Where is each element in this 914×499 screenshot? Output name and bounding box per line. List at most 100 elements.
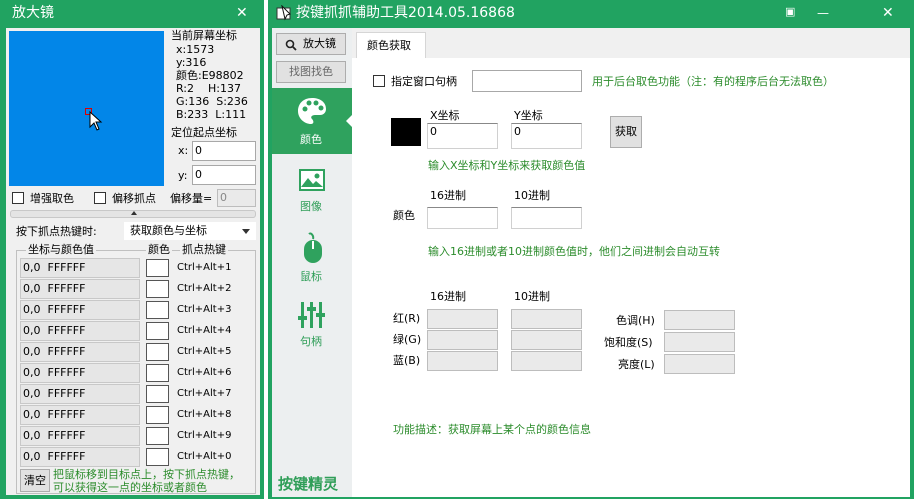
col-header-hotkey: 抓点热键 (180, 243, 228, 257)
magnifier-window: 放大镜 ✕ 当前屏幕坐标 x:1573 y:316 颜色:E98802 R:2 … (0, 0, 264, 499)
nav-item-image[interactable]: 图像 (272, 162, 352, 218)
green-hex-field (427, 330, 498, 350)
row-hotkey-label: Ctrl+Alt+2 (177, 283, 232, 294)
rh-value: R:2 H:137 (176, 82, 241, 95)
col-header-value: 坐标与颜色值 (26, 243, 96, 257)
hint-line-2: 可以获得这一点的坐标或者颜色 (53, 481, 207, 494)
blue-dec-field (511, 351, 582, 371)
row-hotkey-label: Ctrl+Alt+1 (177, 262, 232, 273)
green-dec-field (511, 330, 582, 350)
hotkey-row: 0,0 FFFFFF Ctrl+Alt+2 (20, 279, 254, 299)
red-label: 红(R) (393, 312, 421, 325)
row-color-swatch (146, 406, 169, 424)
row-value-field[interactable]: 0,0 FFFFFF (20, 279, 140, 299)
green-label: 绿(G) (393, 333, 422, 346)
lum-label: 亮度(L) (618, 358, 655, 371)
magnifier-button[interactable]: 放大镜 (276, 33, 346, 55)
origin-y-label: y: (178, 169, 188, 182)
offset-checkbox[interactable] (94, 192, 106, 204)
dec-input[interactable] (511, 207, 582, 229)
magnifier-title: 放大镜 (12, 5, 54, 21)
row-hotkey-label: Ctrl+Alt+7 (177, 388, 232, 399)
row-hotkey-label: Ctrl+Alt+8 (177, 409, 232, 420)
row-color-swatch (146, 385, 169, 403)
row-color-swatch (146, 280, 169, 298)
collapse-bar[interactable] (10, 210, 256, 218)
sidebar: 放大镜 找图找色 颜色 图像 鼠标 句柄 按键精灵 (272, 28, 353, 497)
hotkey-row: 0,0 FFFFFF Ctrl+Alt+9 (20, 426, 254, 446)
image-icon (299, 169, 325, 191)
specify-handle-checkbox[interactable] (373, 75, 385, 87)
brand-logo: 按键精灵 (278, 475, 339, 493)
row-value-field[interactable]: 0,0 FFFFFF (20, 426, 140, 446)
row-value-field[interactable]: 0,0 FFFFFF (20, 342, 140, 362)
hue-field (664, 310, 735, 330)
nav-item-mouse[interactable]: 鼠标 (272, 228, 352, 288)
sat-field (664, 332, 735, 352)
get-button[interactable]: 获取 (610, 116, 642, 148)
handle-hint: 用于后台取色功能（注：有的程序后台无法取色） (592, 75, 834, 88)
color-label: 颜色 (393, 209, 415, 222)
x-input[interactable]: 0 (427, 123, 498, 149)
row-value-field[interactable]: 0,0 FFFFFF (20, 258, 140, 278)
origin-x-input[interactable]: 0 (192, 141, 256, 161)
row-hotkey-label: Ctrl+Alt+6 (177, 367, 232, 378)
row-color-swatch (146, 343, 169, 361)
col-header-color: 颜色 (146, 243, 172, 257)
hue-label: 色调(H) (616, 314, 655, 327)
magnifier-preview (9, 31, 164, 186)
row-hotkey-label: Ctrl+Alt+3 (177, 304, 232, 315)
nav-label-image: 图像 (300, 200, 322, 213)
nav-label-handle: 句柄 (300, 335, 322, 348)
row-value-field[interactable]: 0,0 FFFFFF (20, 405, 140, 425)
hotkey-row: 0,0 FFFFFF Ctrl+Alt+4 (20, 321, 254, 341)
enhance-label: 增强取色 (30, 192, 74, 205)
hotkey-row: 0,0 FFFFFF Ctrl+Alt+6 (20, 363, 254, 383)
mouse-icon (304, 232, 322, 263)
origin-x-label: x: (178, 144, 189, 157)
row-value-field[interactable]: 0,0 FFFFFF (20, 321, 140, 341)
row-hotkey-label: Ctrl+Alt+0 (177, 451, 232, 462)
magnifier-close-button[interactable]: ✕ (236, 1, 248, 25)
handle-input[interactable] (472, 70, 582, 92)
magnifier-button-label: 放大镜 (303, 37, 336, 50)
search-icon (285, 39, 297, 51)
tab-color-get[interactable]: 颜色获取 (356, 32, 426, 58)
function-description: 功能描述：获取屏幕上某个点的颜色信息 (393, 423, 591, 436)
nav-item-handle[interactable]: 句柄 (272, 298, 352, 358)
hotkey-row: 0,0 FFFFFF Ctrl+Alt+7 (20, 384, 254, 404)
main-title: 按键抓抓辅助工具2014.05.16868 (296, 5, 515, 21)
specify-handle-label: 指定窗口句柄 (391, 75, 457, 88)
hex-dec-hint: 输入16进制或者10进制颜色值时，他们之间进制会自动互转 (428, 245, 720, 258)
restore-button[interactable]: ▣ (785, 0, 795, 24)
row-value-field[interactable]: 0,0 FFFFFF (20, 384, 140, 404)
enhance-checkbox[interactable] (12, 192, 24, 204)
find-image-button[interactable]: 找图找色 (276, 61, 346, 83)
hotkey-label: 按下抓点热键时: (16, 225, 97, 238)
blue-label: 蓝(B) (393, 354, 421, 367)
y-input[interactable]: 0 (511, 123, 582, 149)
row-hotkey-label: Ctrl+Alt+4 (177, 325, 232, 336)
hex-label: 16进制 (430, 189, 466, 202)
row-hotkey-label: Ctrl+Alt+5 (177, 346, 232, 357)
nav-label-color: 颜色 (300, 133, 322, 146)
hex-input[interactable] (427, 207, 498, 229)
nav-item-color[interactable]: 颜色 (272, 88, 353, 154)
hotkey-select[interactable]: 获取颜色与坐标 (124, 222, 256, 240)
offset-label: 偏移抓点 (112, 192, 156, 205)
hotkey-row: 0,0 FFFFFF Ctrl+Alt+8 (20, 405, 254, 425)
row-value-field[interactable]: 0,0 FFFFFF (20, 447, 140, 467)
tab-label: 颜色获取 (367, 39, 411, 52)
origin-y-input[interactable]: 0 (192, 165, 256, 185)
row-value-field[interactable]: 0,0 FFFFFF (20, 300, 140, 320)
offset-amount-input[interactable]: 0 (217, 189, 256, 207)
lum-field (664, 354, 735, 374)
origin-title: 定位起点坐标 (171, 126, 237, 139)
row-value-field[interactable]: 0,0 FFFFFF (20, 363, 140, 383)
minimize-button[interactable]: — (817, 1, 829, 25)
gs-value: G:136 S:236 (176, 95, 248, 108)
chevron-down-icon (242, 229, 250, 234)
clear-button[interactable]: 清空 (20, 469, 50, 492)
close-button[interactable]: ✕ (882, 1, 894, 25)
sat-label: 饱和度(S) (604, 336, 653, 349)
